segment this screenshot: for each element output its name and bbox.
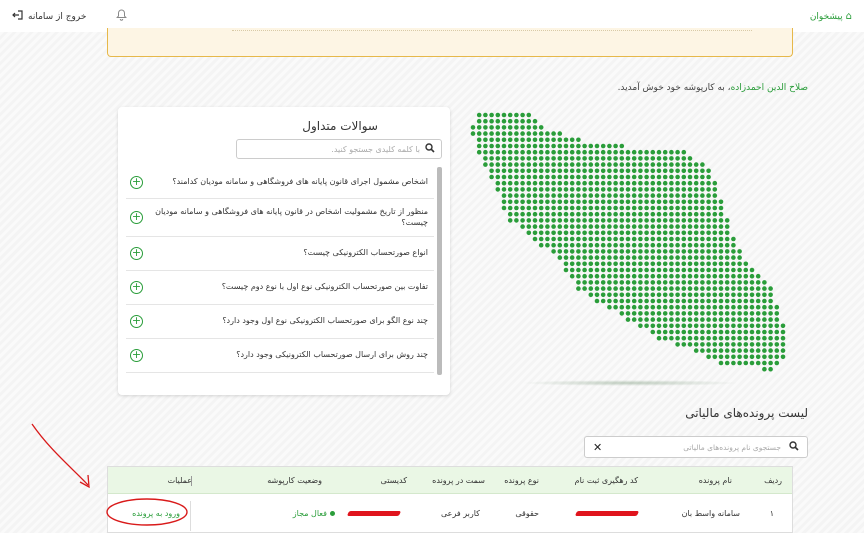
red-annotation [31,423,188,526]
